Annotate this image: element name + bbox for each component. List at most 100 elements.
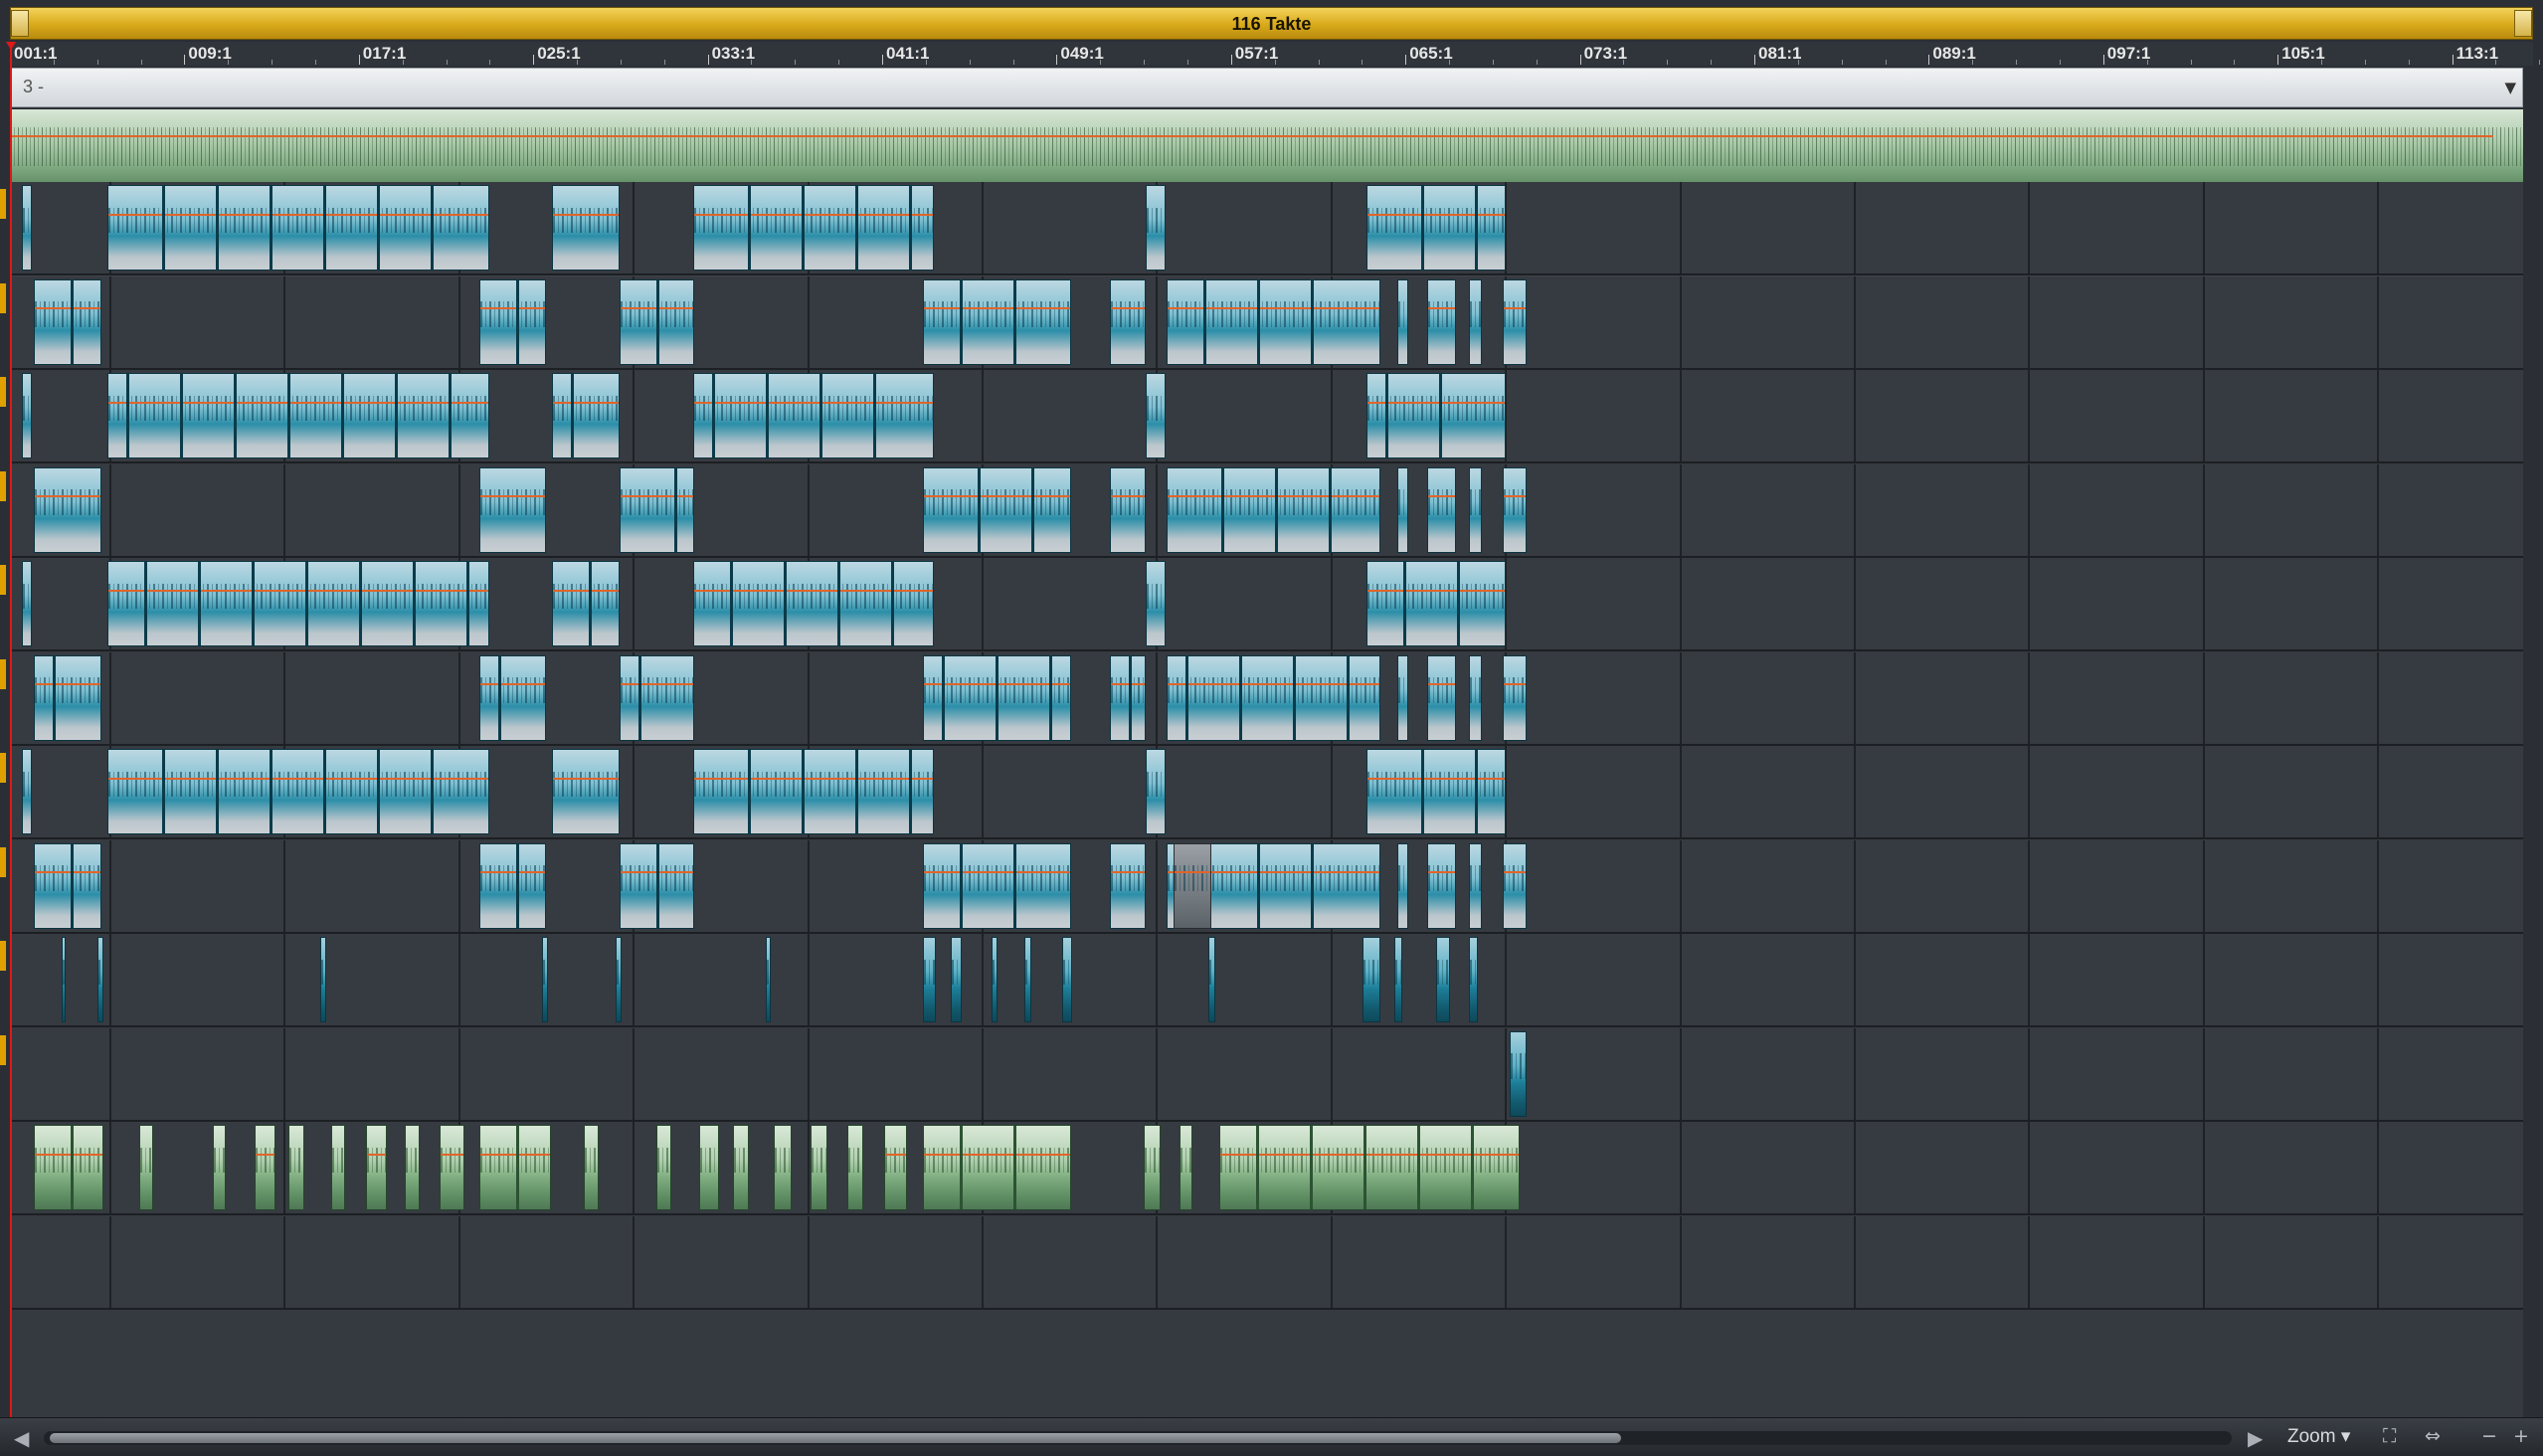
audio-clip[interactable] bbox=[1366, 185, 1506, 271]
audio-clip[interactable] bbox=[1427, 278, 1456, 365]
audio-clip[interactable] bbox=[552, 185, 620, 271]
scroll-thumb[interactable] bbox=[50, 1433, 1621, 1443]
volume-curve[interactable] bbox=[1504, 307, 1526, 310]
volume-curve[interactable] bbox=[1504, 871, 1526, 874]
audio-track-3[interactable] bbox=[10, 370, 2523, 463]
audio-clip[interactable] bbox=[1469, 466, 1482, 553]
audio-clip[interactable] bbox=[34, 654, 101, 741]
volume-curve[interactable] bbox=[480, 871, 545, 874]
volume-curve[interactable] bbox=[924, 307, 1070, 310]
audio-track-7[interactable] bbox=[10, 746, 2523, 839]
chevron-down-icon[interactable]: ▼ bbox=[2504, 79, 2516, 96]
volume-curve[interactable] bbox=[1428, 307, 1455, 310]
audio-clip[interactable] bbox=[1469, 654, 1482, 741]
audio-clip[interactable] bbox=[693, 373, 934, 458]
audio-clip[interactable] bbox=[1436, 937, 1450, 1022]
audio-clip[interactable] bbox=[1219, 1125, 1520, 1210]
audio-clip[interactable] bbox=[1110, 842, 1146, 929]
audio-clip[interactable] bbox=[107, 561, 489, 646]
audio-clip[interactable] bbox=[1167, 654, 1380, 741]
audio-clip[interactable] bbox=[1469, 842, 1482, 929]
audio-clip[interactable] bbox=[1427, 466, 1456, 553]
volume-curve[interactable] bbox=[924, 871, 1070, 874]
track-area[interactable] bbox=[10, 109, 2523, 1417]
audio-clip[interactable] bbox=[288, 1125, 304, 1210]
audio-clip[interactable] bbox=[1180, 1125, 1192, 1210]
volume-curve[interactable] bbox=[35, 307, 100, 310]
audio-clip[interactable] bbox=[479, 1125, 551, 1210]
fit-to-window-icon[interactable]: ⛶ bbox=[2383, 1425, 2396, 1447]
volume-curve[interactable] bbox=[1175, 871, 1210, 874]
audio-clip[interactable] bbox=[1144, 1125, 1161, 1210]
volume-curve[interactable] bbox=[1504, 495, 1526, 498]
audio-clip[interactable] bbox=[1469, 278, 1482, 365]
audio-clip[interactable] bbox=[479, 654, 546, 741]
audio-clip[interactable] bbox=[405, 1125, 420, 1210]
audio-clip[interactable] bbox=[1397, 466, 1408, 553]
zoom-button[interactable]: Zoom ▾ bbox=[2287, 1425, 2350, 1448]
audio-track-10[interactable] bbox=[10, 1027, 2523, 1122]
audio-track-5[interactable] bbox=[10, 558, 2523, 651]
marker-lane[interactable]: 3 - ▼ bbox=[10, 68, 2523, 107]
scroll-right-icon[interactable]: ▶ bbox=[2248, 1426, 2263, 1450]
audio-clip[interactable] bbox=[620, 278, 694, 365]
loop-range-bar[interactable]: 116 Takte bbox=[10, 7, 2533, 40]
audio-clip[interactable] bbox=[320, 937, 326, 1022]
audio-clip[interactable] bbox=[584, 1125, 599, 1210]
volume-curve[interactable] bbox=[441, 1153, 463, 1156]
volume-curve[interactable] bbox=[694, 213, 933, 216]
audio-clip[interactable] bbox=[1503, 466, 1527, 553]
audio-clip[interactable] bbox=[1146, 185, 1166, 271]
zoom-in-icon[interactable]: + bbox=[2513, 1425, 2529, 1447]
volume-curve[interactable] bbox=[35, 871, 100, 874]
audio-clip[interactable] bbox=[923, 937, 936, 1022]
volume-curve[interactable] bbox=[10, 135, 2493, 138]
volume-curve[interactable] bbox=[553, 213, 619, 216]
audio-clip[interactable] bbox=[34, 842, 101, 929]
volume-curve[interactable] bbox=[553, 401, 619, 404]
volume-curve[interactable] bbox=[694, 401, 933, 404]
audio-clip[interactable] bbox=[1208, 937, 1215, 1022]
audio-clip[interactable] bbox=[1469, 937, 1478, 1022]
audio-clip[interactable] bbox=[1503, 842, 1527, 929]
audio-clip[interactable] bbox=[107, 373, 489, 458]
audio-clip[interactable] bbox=[1427, 654, 1456, 741]
audio-track-9[interactable] bbox=[10, 934, 2523, 1027]
range-end-handle[interactable] bbox=[2514, 10, 2532, 37]
volume-curve[interactable] bbox=[480, 683, 545, 686]
audio-clip[interactable] bbox=[656, 1125, 671, 1210]
volume-curve[interactable] bbox=[480, 1153, 550, 1156]
volume-curve[interactable] bbox=[1168, 307, 1379, 310]
audio-clip[interactable] bbox=[774, 1125, 792, 1210]
audio-clip[interactable] bbox=[1167, 278, 1380, 365]
audio-clip[interactable] bbox=[1427, 842, 1456, 929]
volume-curve[interactable] bbox=[1428, 495, 1455, 498]
volume-curve[interactable] bbox=[621, 495, 693, 498]
audio-clip[interactable] bbox=[923, 842, 1071, 929]
audio-clip[interactable] bbox=[766, 937, 771, 1022]
audio-clip[interactable] bbox=[620, 654, 694, 741]
audio-track-2[interactable] bbox=[10, 275, 2523, 370]
audio-clip[interactable] bbox=[366, 1125, 387, 1210]
audio-clip[interactable] bbox=[1110, 466, 1146, 553]
volume-curve[interactable] bbox=[553, 777, 619, 780]
audio-clip[interactable] bbox=[97, 937, 103, 1022]
volume-curve[interactable] bbox=[256, 1153, 274, 1156]
audio-clip[interactable] bbox=[620, 842, 694, 929]
audio-clip[interactable] bbox=[1366, 749, 1506, 834]
volume-curve[interactable] bbox=[108, 589, 488, 592]
audio-clip[interactable] bbox=[22, 185, 32, 271]
horizontal-resize-icon[interactable]: ⇔ bbox=[2425, 1425, 2441, 1447]
audio-clip[interactable] bbox=[440, 1125, 464, 1210]
volume-curve[interactable] bbox=[1367, 589, 1505, 592]
volume-curve[interactable] bbox=[1111, 307, 1145, 310]
volume-curve[interactable] bbox=[1111, 683, 1145, 686]
audio-clip[interactable] bbox=[1146, 749, 1166, 834]
bar-ruler[interactable]: 001:1 009:1 017:1 025:1 033:1 041:1 049:1 057:1… bbox=[10, 42, 2541, 66]
volume-curve[interactable] bbox=[924, 495, 1070, 498]
audio-clip[interactable] bbox=[479, 842, 546, 929]
volume-curve[interactable] bbox=[924, 1153, 1070, 1156]
audio-clip[interactable] bbox=[992, 937, 998, 1022]
audio-clip[interactable] bbox=[1394, 937, 1402, 1022]
audio-clip[interactable] bbox=[34, 466, 101, 553]
